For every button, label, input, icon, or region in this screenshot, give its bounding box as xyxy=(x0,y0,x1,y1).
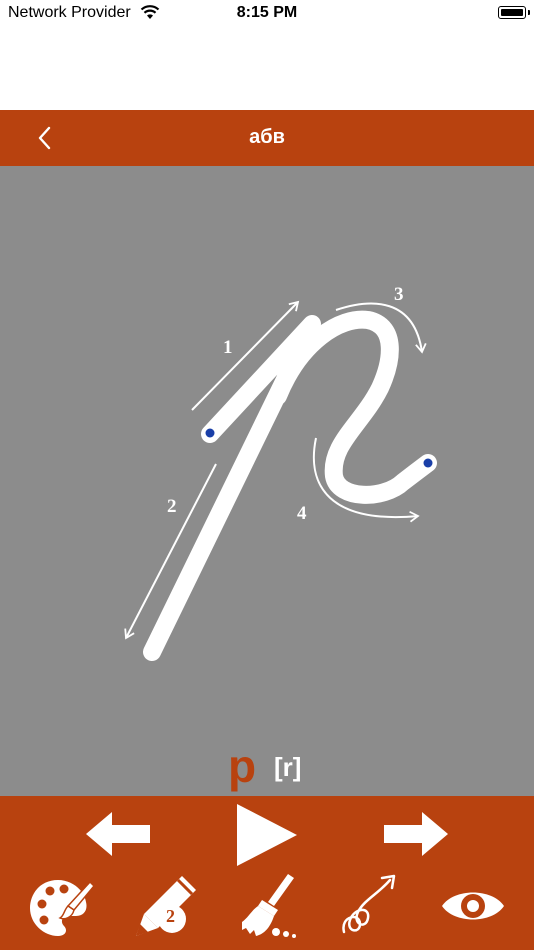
loop-arrow-icon[interactable] xyxy=(338,872,402,942)
stroke-number: 4 xyxy=(297,503,307,524)
battery-icon xyxy=(498,6,530,19)
tracing-canvas[interactable]: 1 2 3 4 р [r] xyxy=(0,166,534,796)
stroke-number: 2 xyxy=(167,496,177,517)
letter-stroke-bowl xyxy=(269,310,437,504)
play-icon[interactable] xyxy=(234,802,300,868)
pen-size-badge: 2 xyxy=(166,906,175,926)
bottom-toolbar: 2 xyxy=(0,796,534,950)
stroke-number: 1 xyxy=(223,337,233,358)
stroke-start-dot xyxy=(423,458,433,468)
status-bar: Network Provider 8:15 PM xyxy=(0,0,534,26)
letter-trace-guide: 1 2 3 4 xyxy=(124,284,437,661)
clock: 8:15 PM xyxy=(236,4,298,21)
letter-caption: р [r] xyxy=(0,740,534,792)
eye-icon[interactable] xyxy=(440,884,506,928)
page-title: абв xyxy=(249,126,285,148)
arrow-left-icon[interactable] xyxy=(84,810,152,858)
navigation-bar: абв xyxy=(0,110,534,166)
top-spacer xyxy=(0,26,534,110)
palette-icon[interactable] xyxy=(28,876,96,940)
current-letter: р xyxy=(228,740,257,792)
stroke-start-dot xyxy=(205,428,215,438)
arrow-right-icon[interactable] xyxy=(382,810,450,858)
broom-icon[interactable] xyxy=(236,872,304,942)
transliteration: [r] xyxy=(274,752,302,782)
pencil-icon[interactable] xyxy=(128,872,200,942)
stroke-number: 3 xyxy=(394,284,404,305)
